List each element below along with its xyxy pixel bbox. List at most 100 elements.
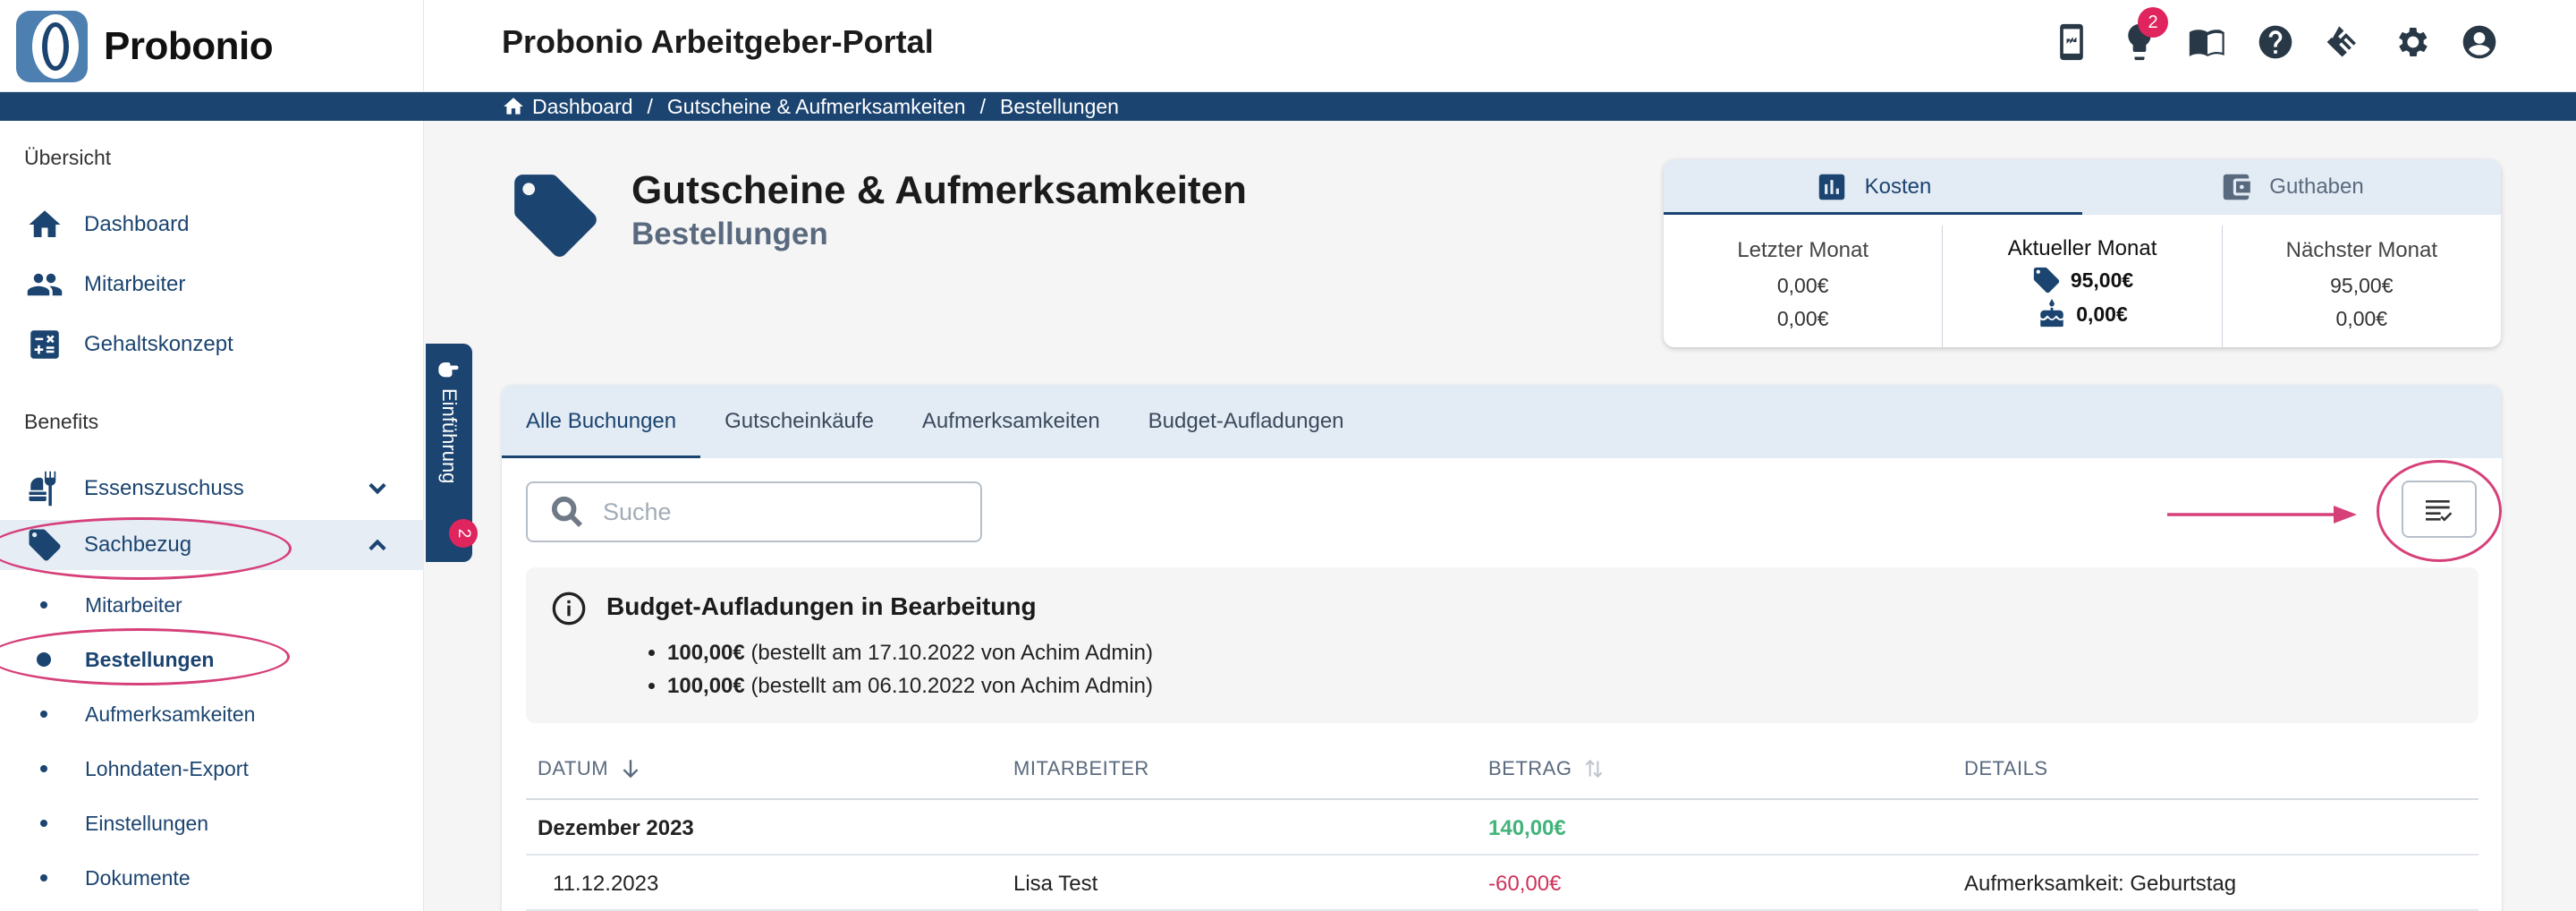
column-header-label: DATUM xyxy=(538,757,609,779)
info-amount: 100,00€ xyxy=(667,641,745,665)
sidebar-section-benefits: Benefits xyxy=(24,410,99,433)
sort-icon xyxy=(1586,759,1603,779)
cost-summary-card: Kosten Guthaben Letzter Monat 0,00€ 0,00… xyxy=(1664,159,2501,347)
tab-label: Kosten xyxy=(1864,175,1932,199)
search-box[interactable] xyxy=(526,481,982,542)
cost-value: 0,00€ xyxy=(1776,307,1829,330)
tab-kosten[interactable]: Kosten xyxy=(1664,159,2082,215)
mobile-app-icon[interactable] xyxy=(2051,20,2091,64)
bullet-icon xyxy=(40,765,47,772)
list-item: 100,00€ (bestellt am 17.10.2022 von Achi… xyxy=(667,641,1153,666)
column-header-mitarbeiter: MITARBEITER xyxy=(1013,757,1149,780)
sidebar-item-mitarbeiter[interactable]: Mitarbeiter xyxy=(0,260,424,310)
bar-chart-icon xyxy=(1818,174,1844,200)
tab-budget-aufladungen[interactable]: Budget-Aufladungen xyxy=(1124,385,1368,458)
help-icon[interactable] xyxy=(2255,20,2295,64)
intro-label: Einführung xyxy=(438,388,461,484)
info-icon xyxy=(551,591,587,626)
sidebar-subitem-mitarbeiter[interactable]: Mitarbeiter xyxy=(0,583,424,627)
info-title: Budget-Aufladungen in Bearbeitung xyxy=(606,592,1037,620)
cell-employee: Lisa Test xyxy=(1013,872,1098,896)
breadcrumb: Dashboard / Gutscheine & Aufmerksamkeite… xyxy=(502,92,1119,121)
chevron-up-icon[interactable] xyxy=(365,532,390,558)
column-header-betrag[interactable]: BETRAG xyxy=(1488,757,1606,780)
cost-row-gift: 0,00€ xyxy=(1943,299,2221,329)
cost-row-voucher: 95,00€ xyxy=(1943,265,2221,295)
book-icon[interactable] xyxy=(2187,20,2227,64)
home-icon xyxy=(504,98,523,115)
breadcrumb-separator: / xyxy=(647,94,653,118)
column-header-label: DETAILS xyxy=(1964,757,2048,779)
sidebar-section-overview: Übersicht xyxy=(24,146,112,169)
sidebar-item-gehaltskonzept[interactable]: Gehaltskonzept xyxy=(0,319,424,370)
food-icon xyxy=(25,469,64,508)
cost-column-label: Aktueller Monat xyxy=(2007,236,2157,260)
column-header-datum[interactable]: DATUM xyxy=(538,757,642,780)
brand[interactable]: Probonio xyxy=(0,0,424,92)
column-header-label: BETRAG xyxy=(1488,757,1572,779)
breadcrumb-dashboard[interactable]: Dashboard xyxy=(532,95,633,119)
breadcrumb-bestellungen: Bestellungen xyxy=(999,94,1119,118)
sidebar-item-sachbezug[interactable]: Sachbezug xyxy=(0,520,424,570)
sidebar-subitem-bestellungen[interactable]: Bestellungen xyxy=(0,637,424,682)
search-input[interactable] xyxy=(603,498,961,526)
intro-tab[interactable]: Einführung 2 xyxy=(426,344,478,562)
lightbulb-icon[interactable]: 2 xyxy=(2119,7,2168,64)
tag-icon xyxy=(2033,267,2059,294)
table-header: DATUM MITARBEITER BETRAG DETAILS xyxy=(526,737,2479,800)
sidebar-subitem-lohndaten-export[interactable]: Lohndaten-Export xyxy=(0,746,424,791)
sidebar-item-label: Essenszuschuss xyxy=(84,476,244,500)
cost-value: 0,00€ xyxy=(1776,274,1829,297)
cost-value: 0,00€ xyxy=(2076,302,2128,326)
sidebar-subitem-label: Mitarbeiter xyxy=(85,592,182,617)
breadcrumb-separator: / xyxy=(979,94,986,118)
sidebar-item-label: Gehaltskonzept xyxy=(84,332,233,356)
info-amount: 100,00€ xyxy=(667,674,745,698)
info-text: (bestellt am 06.10.2022 von Achim Admin) xyxy=(750,674,1154,698)
intro-badge: 2 xyxy=(449,519,478,548)
sidebar-subitem-label: Lohndaten-Export xyxy=(85,756,249,780)
bullet-icon xyxy=(37,652,51,667)
bullet-icon xyxy=(40,601,47,609)
bookings-panel: Alle Buchungen Gutscheinkäufe Aufmerksam… xyxy=(502,385,2502,911)
tab-gutscheinkaeufe[interactable]: Gutscheinkäufe xyxy=(700,385,898,458)
sidebar-item-label: Sachbezug xyxy=(84,532,192,557)
info-text: (bestellt am 17.10.2022 von Achim Admin) xyxy=(750,641,1154,665)
sidebar-subitem-aufmerksamkeiten[interactable]: Aufmerksamkeiten xyxy=(0,692,424,736)
tab-label: Guthaben xyxy=(2269,175,2364,199)
tab-alle-buchungen[interactable]: Alle Buchungen xyxy=(502,385,701,458)
account-icon[interactable] xyxy=(2459,20,2499,64)
group-amount: 140,00€ xyxy=(1488,816,1566,840)
sidebar-subitem-dokumente[interactable]: Dokumente xyxy=(0,856,424,900)
page-subtitle: Bestellungen xyxy=(631,217,828,251)
info-list: 100,00€ (bestellt am 17.10.2022 von Achi… xyxy=(667,641,1153,707)
people-icon xyxy=(25,265,64,304)
sidebar-subitem-label: Bestellungen xyxy=(85,647,215,671)
sidebar-item-essenszuschuss[interactable]: Essenszuschuss xyxy=(0,464,424,514)
home-icon xyxy=(25,205,64,244)
portal-title: Probonio Arbeitgeber-Portal xyxy=(502,23,934,60)
handshake-icon[interactable] xyxy=(2323,20,2363,64)
breadcrumb-gutscheine[interactable]: Gutscheine & Aufmerksamkeiten xyxy=(667,95,966,119)
cake-icon xyxy=(2040,299,2063,328)
page-title: Gutscheine & Aufmerksamkeiten xyxy=(631,168,1247,212)
sidebar-subitem-label: Dokumente xyxy=(85,865,191,890)
list-view-button[interactable] xyxy=(2402,481,2477,538)
bullet-icon xyxy=(40,711,47,718)
sidebar: Übersicht Dashboard Mitarbeiter Gehaltsk… xyxy=(0,121,424,911)
sidebar-item-label: Dashboard xyxy=(84,212,190,236)
tab-aufmerksamkeiten[interactable]: Aufmerksamkeiten xyxy=(898,385,1124,458)
sidebar-subitem-einstellungen[interactable]: Einstellungen xyxy=(0,801,424,846)
wallet-icon xyxy=(2224,174,2251,200)
sidebar-item-dashboard[interactable]: Dashboard xyxy=(0,200,424,250)
tab-guthaben[interactable]: Guthaben xyxy=(2082,159,2501,215)
table-row[interactable]: 11.12.2023 Lisa Test -60,00€ Aufmerksamk… xyxy=(526,856,2479,911)
gear-icon[interactable] xyxy=(2391,20,2431,64)
cost-card-body: Letzter Monat 0,00€ 0,00€ Aktueller Mona… xyxy=(1664,215,2501,347)
column-header-details: DETAILS xyxy=(1964,757,2048,780)
list-check-icon xyxy=(2426,500,2453,522)
cost-last-month: Letzter Monat 0,00€ 0,00€ xyxy=(1664,226,1942,347)
list-item: 100,00€ (bestellt am 06.10.2022 von Achi… xyxy=(667,674,1153,699)
cost-card-tabs: Kosten Guthaben xyxy=(1664,159,2501,215)
chevron-down-icon[interactable] xyxy=(365,476,390,501)
